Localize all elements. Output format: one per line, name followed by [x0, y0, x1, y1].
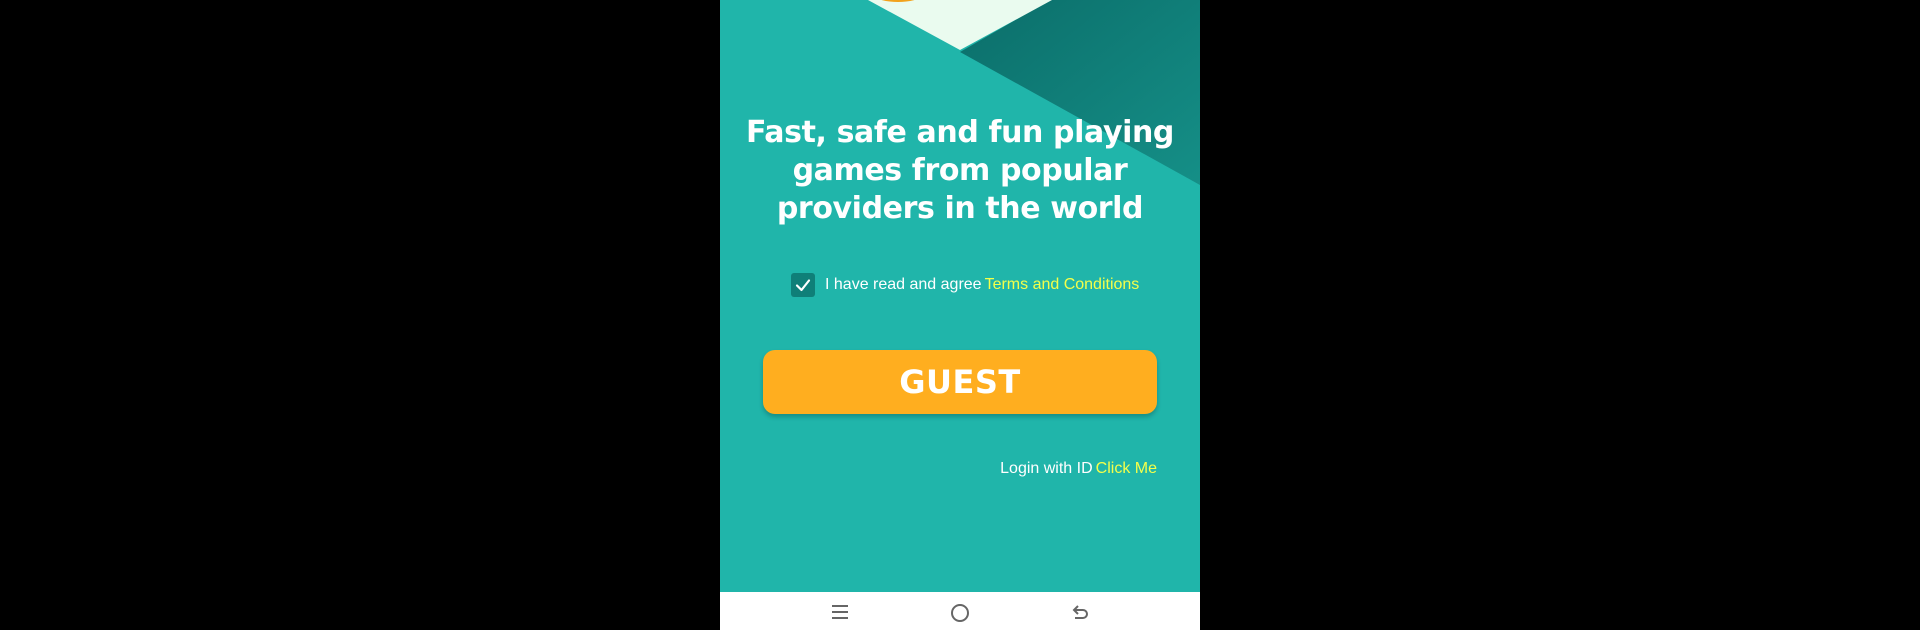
back-icon [1072, 605, 1088, 619]
terms-and-conditions-link[interactable]: Terms and Conditions [985, 276, 1140, 294]
terms-checkbox[interactable] [791, 273, 815, 297]
click-me-link[interactable]: Click Me [1096, 460, 1157, 478]
headline: Fast, safe and fun playing games from po… [745, 115, 1175, 226]
menu-button[interactable] [826, 602, 854, 630]
back-button[interactable] [1066, 602, 1094, 630]
agreement-text: I have read and agree [825, 276, 982, 293]
login-screen: Fast, safe and fun playing games from po… [720, 0, 1200, 592]
login-with-id-row: Login with ID Click Me [1000, 460, 1157, 478]
terms-agreement-row: I have read and agree Terms and Conditio… [791, 272, 1139, 298]
menu-icon [832, 605, 848, 619]
screen-background: Fast, safe and fun playing games from po… [0, 0, 1920, 630]
login-with-id-text: Login with ID [1000, 460, 1093, 477]
home-button[interactable] [946, 602, 974, 630]
phone-screen: Fast, safe and fun playing games from po… [720, 0, 1200, 630]
system-navigation-bar [720, 592, 1200, 630]
home-icon [951, 604, 969, 622]
guest-button[interactable]: GUEST [763, 350, 1157, 414]
checkmark-icon [795, 279, 811, 292]
